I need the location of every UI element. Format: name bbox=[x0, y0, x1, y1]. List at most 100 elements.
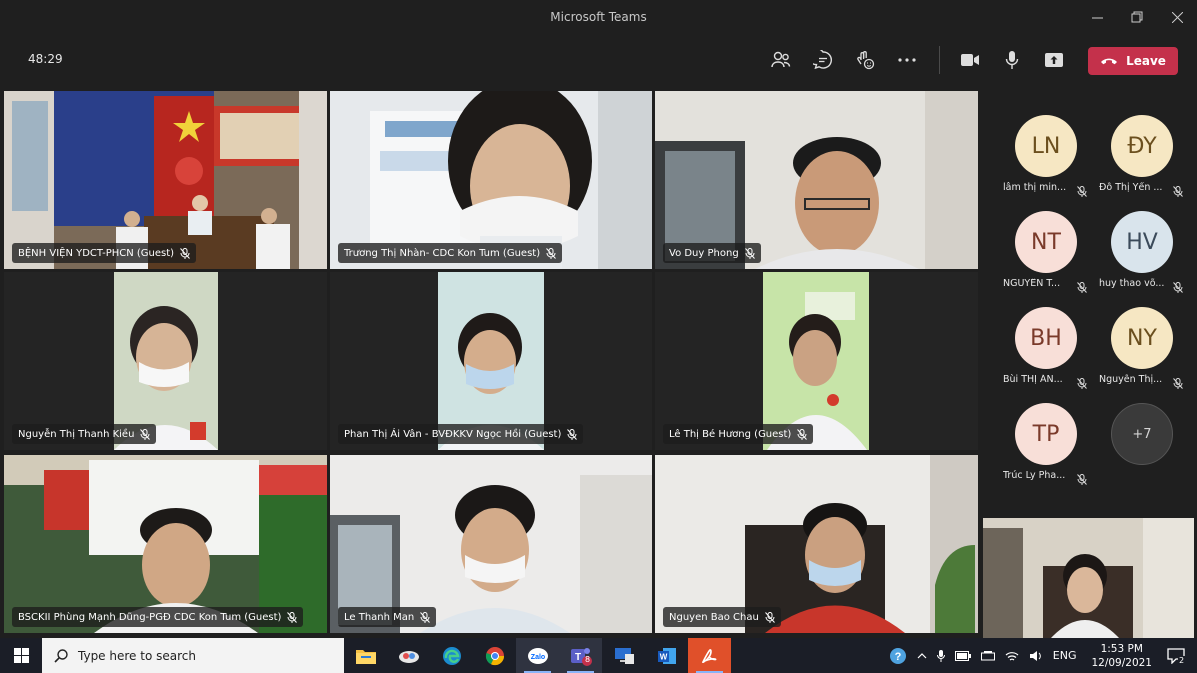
participant-nameplate: Vo Duy Phong bbox=[663, 243, 761, 263]
video-tile[interactable]: Nguyen Bao Chau bbox=[655, 455, 978, 633]
avatar: NY bbox=[1111, 307, 1173, 369]
participant-name: Vo Duy Phong bbox=[669, 247, 739, 259]
video-grid: BỆNH VIỆN YDCT-PHCN (Guest) Trương Thị N… bbox=[0, 86, 980, 638]
participant-nameplate: BSCKII Phùng Mạnh Dũng-PGĐ CDC Kon Tum (… bbox=[12, 607, 304, 627]
roster-name: NGUYỄN T... bbox=[1003, 278, 1061, 289]
taskbar-remote-app[interactable] bbox=[602, 638, 645, 673]
mic-muted-icon bbox=[420, 611, 431, 623]
mic-muted-icon bbox=[180, 247, 190, 259]
reactions-icon[interactable] bbox=[851, 46, 879, 74]
microphone-icon[interactable] bbox=[998, 46, 1026, 74]
windows-logo-icon bbox=[13, 648, 29, 663]
restore-button[interactable] bbox=[1117, 0, 1157, 34]
avatar: LN bbox=[1015, 115, 1077, 177]
roster-name: Nguyễn Thị... bbox=[1099, 374, 1163, 385]
camera-icon[interactable] bbox=[956, 46, 984, 74]
notifications-button[interactable]: 2 bbox=[1167, 647, 1186, 665]
avatar: TP bbox=[1015, 403, 1077, 465]
window-title: Microsoft Teams bbox=[550, 10, 647, 24]
taskbar-word[interactable]: W bbox=[645, 638, 688, 673]
taskbar-acrobat[interactable] bbox=[688, 638, 731, 673]
mic-muted-icon bbox=[1077, 470, 1087, 489]
monitor-app-icon bbox=[614, 647, 634, 664]
svg-text:W: W bbox=[659, 652, 667, 661]
taskbar-edge[interactable] bbox=[430, 638, 473, 673]
zalo-icon: Zalo bbox=[527, 647, 548, 664]
video-tile[interactable]: BSCKII Phùng Mạnh Dũng-PGĐ CDC Kon Tum (… bbox=[4, 455, 327, 633]
teams-badge: 8 bbox=[585, 655, 591, 664]
taskbar-zalo[interactable]: Zalo bbox=[516, 638, 559, 673]
chat-icon[interactable] bbox=[809, 46, 837, 74]
roster-participant[interactable]: NT NGUYỄN T... bbox=[991, 196, 1087, 293]
share-screen-icon[interactable] bbox=[1040, 46, 1068, 74]
video-tile[interactable]: Nguyễn Thị Thanh Kiều bbox=[4, 272, 327, 450]
wifi-icon[interactable] bbox=[1005, 650, 1019, 662]
participant-nameplate: Le Thanh Man bbox=[338, 607, 437, 627]
participants-icon[interactable] bbox=[767, 46, 795, 74]
svg-text:?: ? bbox=[894, 651, 901, 663]
clock-time: 1:53 PM bbox=[1100, 642, 1143, 655]
notification-count: 2 bbox=[1178, 655, 1186, 665]
toolbar-separator bbox=[939, 46, 940, 74]
minimize-button[interactable] bbox=[1077, 0, 1117, 34]
roster-participant[interactable]: ĐY Đỗ Thị Yến ... bbox=[1087, 100, 1183, 197]
video-tile[interactable]: Trương Thị Nhàn- CDC Kon Tum (Guest) bbox=[330, 91, 652, 269]
svg-text:T: T bbox=[574, 652, 580, 663]
mic-muted-icon bbox=[567, 428, 578, 440]
taskbar-search-box[interactable]: Type here to search bbox=[42, 638, 344, 673]
pdf-icon bbox=[701, 648, 716, 663]
self-video-feed bbox=[983, 518, 1194, 638]
roster-name: Trúc Ly Pha... bbox=[1003, 470, 1066, 481]
chrome-icon bbox=[485, 646, 504, 665]
close-button[interactable] bbox=[1157, 0, 1197, 34]
roster-participant[interactable]: TP Trúc Ly Pha... bbox=[991, 388, 1087, 485]
video-tile[interactable]: BỆNH VIỆN YDCT-PHCN (Guest) bbox=[4, 91, 327, 269]
roster-participant[interactable]: NY Nguyễn Thị... bbox=[1087, 292, 1183, 389]
video-tile[interactable]: Phan Thị Ái Vân - BVĐKKV Ngọc Hồi (Guest… bbox=[330, 272, 652, 450]
roster-participant[interactable]: HV huy thao võ... bbox=[1087, 196, 1183, 293]
mic-tray-icon[interactable] bbox=[936, 649, 945, 662]
leave-button[interactable]: Leave bbox=[1088, 47, 1178, 75]
participant-name: Le Thanh Man bbox=[344, 611, 415, 623]
windows-taskbar: Type here to search Zalo T 8 W ? ENG 1:5… bbox=[0, 638, 1197, 673]
start-button[interactable] bbox=[0, 638, 42, 673]
mic-muted-icon bbox=[764, 611, 775, 623]
language-indicator[interactable]: ENG bbox=[1053, 649, 1077, 662]
volume-icon[interactable] bbox=[1029, 650, 1043, 662]
window-controls bbox=[1077, 0, 1197, 34]
svg-text:Zalo: Zalo bbox=[530, 654, 544, 661]
search-placeholder: Type here to search bbox=[78, 648, 196, 663]
avatar: NT bbox=[1015, 211, 1077, 273]
more-participants-button[interactable]: +7 bbox=[1087, 388, 1183, 484]
video-tile[interactable]: Lê Thị Bé Hương (Guest) bbox=[655, 272, 978, 450]
mic-muted-icon bbox=[797, 428, 808, 440]
clock[interactable]: 1:53 PM 12/09/2021 bbox=[1091, 642, 1152, 670]
video-tile[interactable]: Le Thanh Man bbox=[330, 455, 652, 633]
avatar: HV bbox=[1111, 211, 1173, 273]
roster-name: huy thao võ... bbox=[1099, 278, 1165, 289]
more-participants-count: +7 bbox=[1111, 403, 1173, 465]
roster-name: Đỗ Thị Yến ... bbox=[1099, 182, 1163, 193]
taskbar-file-explorer[interactable] bbox=[344, 638, 387, 673]
system-tray: ? ENG 1:53 PM 12/09/2021 2 bbox=[884, 638, 1197, 673]
participant-nameplate: Trương Thị Nhàn- CDC Kon Tum (Guest) bbox=[338, 243, 563, 263]
storage-icon[interactable] bbox=[980, 650, 995, 661]
mic-muted-icon bbox=[140, 428, 151, 440]
meeting-controls bbox=[767, 46, 1082, 74]
help-icon[interactable]: ? bbox=[889, 647, 907, 665]
participant-name: BSCKII Phùng Mạnh Dũng-PGĐ CDC Kon Tum (… bbox=[18, 611, 282, 623]
participant-name: Phan Thị Ái Vân - BVĐKKV Ngọc Hồi (Guest… bbox=[344, 428, 562, 440]
leave-label: Leave bbox=[1126, 54, 1166, 68]
self-view[interactable] bbox=[983, 518, 1194, 638]
roster-participant[interactable]: LN lâm thị min... bbox=[991, 100, 1087, 197]
battery-icon[interactable] bbox=[954, 650, 971, 661]
taskbar-chrome[interactable] bbox=[473, 638, 516, 673]
more-options-icon[interactable] bbox=[893, 46, 921, 74]
taskbar-teams[interactable]: T 8 bbox=[559, 638, 602, 673]
avatar: ĐY bbox=[1111, 115, 1173, 177]
taskbar-app-cloud[interactable] bbox=[387, 638, 430, 673]
roster-participant[interactable]: BH Bùi THỊ ÁN... bbox=[991, 292, 1087, 389]
phone-hangup-icon bbox=[1101, 58, 1118, 65]
video-tile[interactable]: Vo Duy Phong bbox=[655, 91, 978, 269]
chevron-up-icon[interactable] bbox=[917, 652, 927, 659]
